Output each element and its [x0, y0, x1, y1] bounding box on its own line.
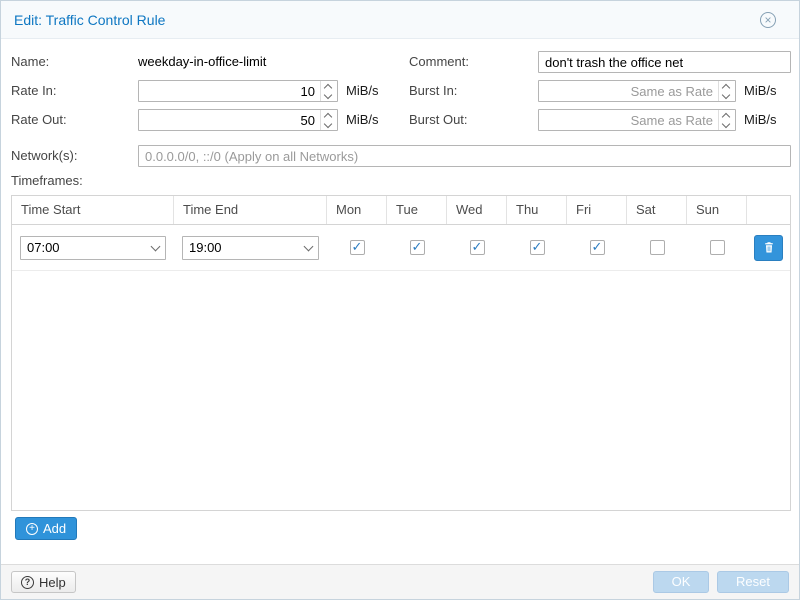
- time-end-cell: [174, 225, 327, 270]
- chevron-down-icon[interactable]: [300, 237, 318, 259]
- name-value: weekday-in-office-limit: [138, 51, 266, 73]
- rate-in-label: Rate In:: [11, 80, 57, 102]
- help-question-icon: ?: [21, 576, 34, 589]
- column-header-sun[interactable]: Sun: [687, 196, 747, 224]
- mon-checkbox[interactable]: [350, 240, 365, 255]
- spin-up-icon[interactable]: [321, 110, 337, 120]
- burst-out-input[interactable]: [539, 110, 735, 130]
- fri-checkbox[interactable]: [590, 240, 605, 255]
- rate-out-spinner: [320, 110, 337, 130]
- sat-checkbox[interactable]: [650, 240, 665, 255]
- help-button[interactable]: ? Help: [11, 571, 76, 593]
- column-header-fri[interactable]: Fri: [567, 196, 627, 224]
- close-icon[interactable]: ×: [760, 12, 776, 28]
- comment-input[interactable]: [539, 52, 790, 72]
- dialog-title: Edit: Traffic Control Rule: [14, 12, 165, 28]
- trash-icon: [763, 241, 775, 254]
- dialog-titlebar: Edit: Traffic Control Rule ×: [1, 1, 799, 39]
- dialog-footer: ? Help OK Reset: [1, 564, 799, 599]
- time-start-input[interactable]: [21, 237, 165, 259]
- rate-out-unit: MiB/s: [346, 109, 379, 131]
- burst-out-unit: MiB/s: [744, 109, 777, 131]
- burst-in-label: Burst In:: [409, 80, 457, 102]
- networks-field-wrap: [138, 145, 791, 167]
- burst-in-input[interactable]: [539, 81, 735, 101]
- burst-in-spinner: [718, 81, 735, 101]
- column-header-wed[interactable]: Wed: [447, 196, 507, 224]
- reset-button[interactable]: Reset: [717, 571, 789, 593]
- chevron-down-icon[interactable]: [147, 237, 165, 259]
- sun-cell: [687, 225, 747, 270]
- tue-cell: [387, 225, 447, 270]
- spin-up-icon[interactable]: [719, 81, 735, 91]
- name-label: Name:: [11, 51, 49, 73]
- column-header-actions: [747, 196, 790, 224]
- column-header-mon[interactable]: Mon: [327, 196, 387, 224]
- thu-checkbox[interactable]: [530, 240, 545, 255]
- burst-out-field-wrap: [538, 109, 736, 131]
- thu-cell: [507, 225, 567, 270]
- add-button[interactable]: + Add: [15, 517, 77, 540]
- column-header-sat[interactable]: Sat: [627, 196, 687, 224]
- add-plus-icon: +: [26, 523, 38, 535]
- mon-cell: [327, 225, 387, 270]
- burst-in-unit: MiB/s: [744, 80, 777, 102]
- rate-out-label: Rate Out:: [11, 109, 67, 131]
- ok-button[interactable]: OK: [653, 571, 709, 593]
- wed-cell: [447, 225, 507, 270]
- delete-row-button[interactable]: [754, 235, 783, 261]
- comment-field-wrap: [538, 51, 791, 73]
- comment-label: Comment:: [409, 51, 469, 73]
- wed-checkbox[interactable]: [470, 240, 485, 255]
- spin-up-icon[interactable]: [719, 110, 735, 120]
- column-header-time-start[interactable]: Time Start: [12, 196, 174, 224]
- column-header-tue[interactable]: Tue: [387, 196, 447, 224]
- rate-in-unit: MiB/s: [346, 80, 379, 102]
- time-end-combo: [182, 236, 319, 260]
- timeframes-label: Timeframes:: [11, 170, 83, 192]
- sun-checkbox[interactable]: [710, 240, 725, 255]
- add-button-label: Add: [43, 521, 66, 536]
- spin-up-icon[interactable]: [321, 81, 337, 91]
- rate-in-field-wrap: [138, 80, 338, 102]
- rate-out-field-wrap: [138, 109, 338, 131]
- timeframe-row: [12, 225, 790, 271]
- rate-in-spinner: [320, 81, 337, 101]
- networks-input[interactable]: [139, 146, 790, 166]
- spin-down-icon[interactable]: [321, 120, 337, 130]
- time-start-combo: [20, 236, 166, 260]
- column-header-thu[interactable]: Thu: [507, 196, 567, 224]
- actions-cell: [747, 225, 790, 270]
- timeframes-grid: Time Start Time End Mon Tue Wed Thu Fri …: [11, 195, 791, 511]
- spin-down-icon[interactable]: [719, 120, 735, 130]
- spin-down-icon[interactable]: [719, 91, 735, 101]
- time-start-cell: [12, 225, 174, 270]
- tue-checkbox[interactable]: [410, 240, 425, 255]
- edit-traffic-control-rule-dialog: Edit: Traffic Control Rule × Name: weekd…: [0, 0, 800, 600]
- networks-label: Network(s):: [11, 145, 77, 167]
- burst-in-field-wrap: [538, 80, 736, 102]
- spin-down-icon[interactable]: [321, 91, 337, 101]
- rate-out-input[interactable]: [139, 110, 337, 130]
- help-button-label: Help: [39, 575, 66, 590]
- sat-cell: [627, 225, 687, 270]
- time-end-input[interactable]: [183, 237, 318, 259]
- burst-out-label: Burst Out:: [409, 109, 468, 131]
- grid-header-row: Time Start Time End Mon Tue Wed Thu Fri …: [12, 196, 790, 225]
- burst-out-spinner: [718, 110, 735, 130]
- fri-cell: [567, 225, 627, 270]
- column-header-time-end[interactable]: Time End: [174, 196, 327, 224]
- rate-in-input[interactable]: [139, 81, 337, 101]
